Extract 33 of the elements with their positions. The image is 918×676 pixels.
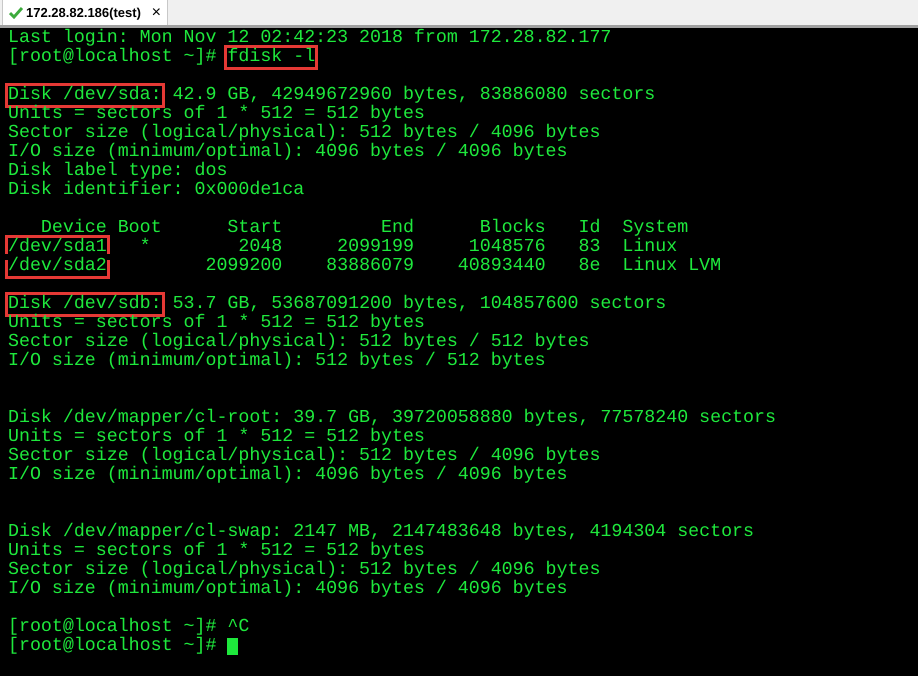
terminal-text: I/O size (minimum/optimal): 4096 bytes / 4096 bytes [8, 580, 568, 599]
terminal-text: Sector size (logical/physical): 512 bytes / 4096 bytes [8, 561, 600, 580]
terminal-text: Sector size (logical/physical): 512 bytes / 4096 bytes [8, 447, 600, 466]
terminal-text: [root@localhost ~]# [8, 637, 218, 656]
terminal-text: Units = sectors of 1 * 512 = 512 bytes [8, 428, 425, 447]
session-tab[interactable]: 172.28.82.186(test) × [2, 0, 168, 25]
highlighted-text: /dev/sda2 [8, 257, 107, 276]
terminal-text: Sector size (logical/physical): 512 bytes / 512 bytes [8, 333, 590, 352]
terminal-text: Sector size (logical/physical): 512 bytes / 4096 bytes [8, 124, 600, 143]
terminal-text: I/O size (minimum/optimal): 4096 bytes / 4096 bytes [8, 466, 568, 485]
terminal-text: Disk label type: dos [8, 162, 228, 181]
terminal-text: Units = sectors of 1 * 512 = 512 bytes [8, 542, 425, 561]
highlighted-text: /dev/sda1 [8, 238, 107, 257]
highlighted-text: fdisk -l [227, 48, 316, 67]
tab-title: 172.28.82.186(test) [26, 4, 141, 22]
terminal-text: 2099200 83886079 40893440 8e Linux LVM [204, 257, 722, 276]
terminal-text: Disk /dev/mapper/cl-swap: 2147 MB, 2147483648 bytes, 4194304 sectors [8, 523, 754, 542]
terminal-text: * 2048 2099199 1048576 83 Linux [138, 238, 678, 257]
terminal-text: Disk identifier: 0x000de1ca [8, 181, 304, 200]
terminal-text: Device Boot Start End Blocks Id System [40, 219, 688, 238]
highlighted-text: Disk /dev/sdb: [8, 295, 162, 314]
terminal-text: 42.9 GB, 42949672960 bytes, 83886080 sectors [172, 86, 656, 105]
terminal-text: 53.7 GB, 53687091200 bytes, 104857600 sectors [172, 295, 666, 314]
terminal-text: I/O size (minimum/optimal): 512 bytes / 512 bytes [8, 352, 546, 371]
terminal-text: Units = sectors of 1 * 512 = 512 bytes [8, 314, 425, 333]
terminal-text: [root@localhost ~]# ^C [8, 618, 250, 637]
close-button[interactable]: × [152, 4, 161, 20]
highlighted-text: Disk /dev/sda: [8, 86, 162, 105]
terminal-text: I/O size (minimum/optimal): 4096 bytes / 4096 bytes [8, 143, 568, 162]
terminal-text: Units = sectors of 1 * 512 = 512 bytes [8, 105, 425, 124]
terminal-text: Last login: Mon Nov 12 02:42:23 2018 from 172.28.82.177 [8, 29, 612, 48]
terminal-text: [root@localhost ~]# [8, 48, 218, 67]
terminal-text: Disk /dev/mapper/cl-root: 39.7 GB, 39720058880 bytes, 77578240 sectors [8, 409, 776, 428]
